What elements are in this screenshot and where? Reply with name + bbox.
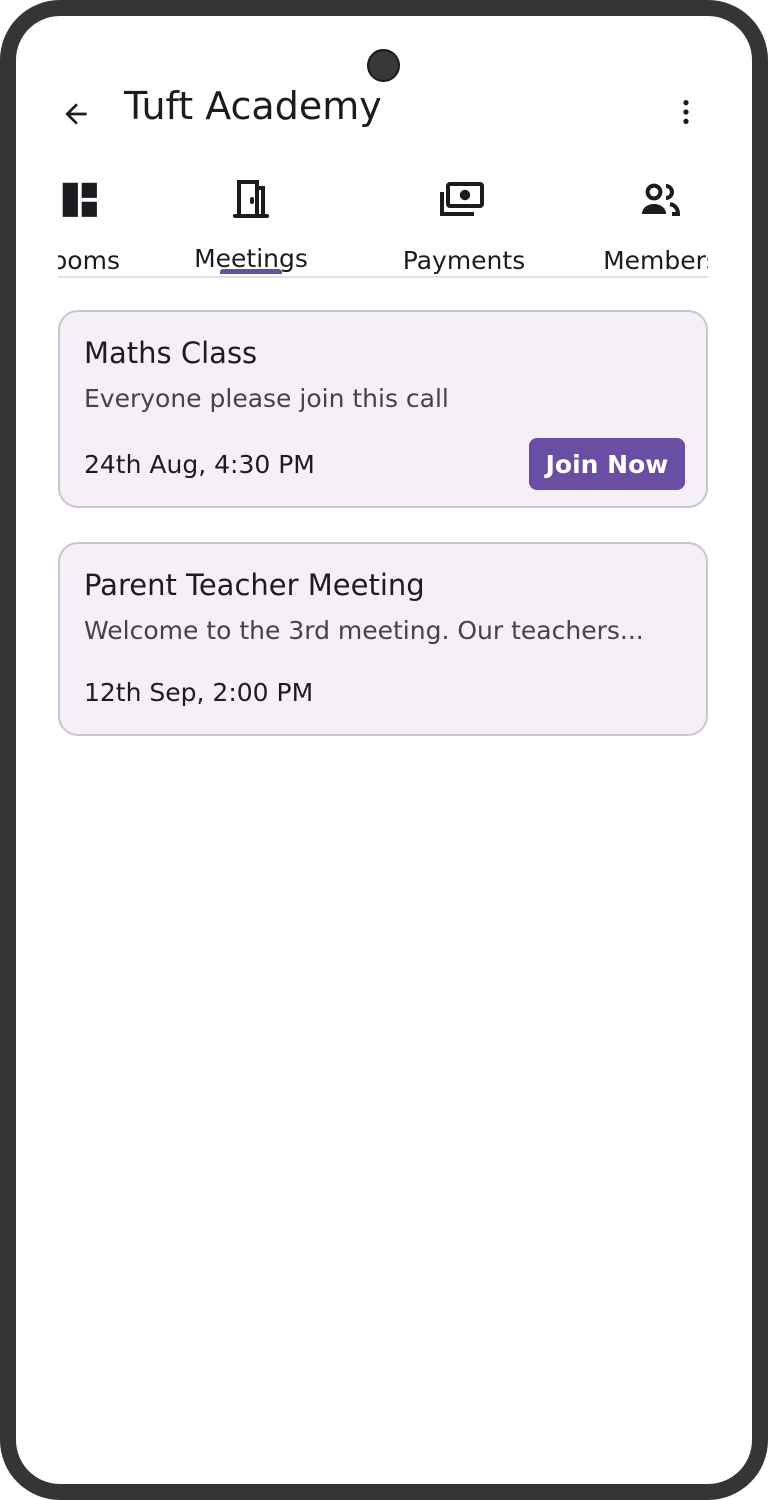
tab-label-payments: Payments bbox=[402, 246, 526, 275]
payments-icon bbox=[440, 182, 484, 216]
meeting-card[interactable]: Maths Class Everyone please join this ca… bbox=[58, 310, 708, 508]
group-icon bbox=[642, 183, 681, 216]
tab-label-members: Members bbox=[603, 246, 708, 275]
tab-bar: ooms Meetings Payments Members bbox=[58, 166, 708, 278]
tab-label-rooms: ooms bbox=[58, 246, 120, 275]
more-vert-icon bbox=[683, 100, 689, 124]
tab-indicator bbox=[220, 269, 282, 274]
meeting-title: Parent Teacher Meeting bbox=[84, 568, 425, 602]
meeting-title: Maths Class bbox=[84, 336, 258, 370]
dashboard-icon bbox=[62, 182, 97, 217]
meeting-card[interactable]: Parent Teacher Meeting Welcome to the 3r… bbox=[58, 542, 708, 736]
phone-frame: Tuft Academy ooms Meetings Payments Memb… bbox=[0, 0, 768, 1500]
door-icon bbox=[233, 180, 269, 218]
page-title: Tuft Academy bbox=[124, 84, 382, 128]
back-button[interactable] bbox=[56, 94, 96, 134]
more-options-button[interactable] bbox=[666, 92, 706, 132]
arrow-left-icon bbox=[65, 103, 87, 125]
meeting-time: 24th Aug, 4:30 PM bbox=[84, 450, 315, 479]
tab-rooms[interactable]: ooms bbox=[58, 166, 138, 275]
tab-payments[interactable]: Payments bbox=[388, 166, 538, 275]
meeting-description: Welcome to the 3rd meeting. Our teachers… bbox=[84, 616, 644, 645]
join-now-button[interactable]: Join Now bbox=[529, 438, 685, 490]
meeting-time: 12th Sep, 2:00 PM bbox=[84, 678, 314, 707]
tab-meetings[interactable]: Meetings bbox=[188, 166, 314, 274]
tab-members[interactable]: Members bbox=[590, 166, 708, 275]
meeting-description: Everyone please join this call bbox=[84, 384, 449, 413]
top-app-bar: Tuft Academy bbox=[16, 16, 752, 166]
